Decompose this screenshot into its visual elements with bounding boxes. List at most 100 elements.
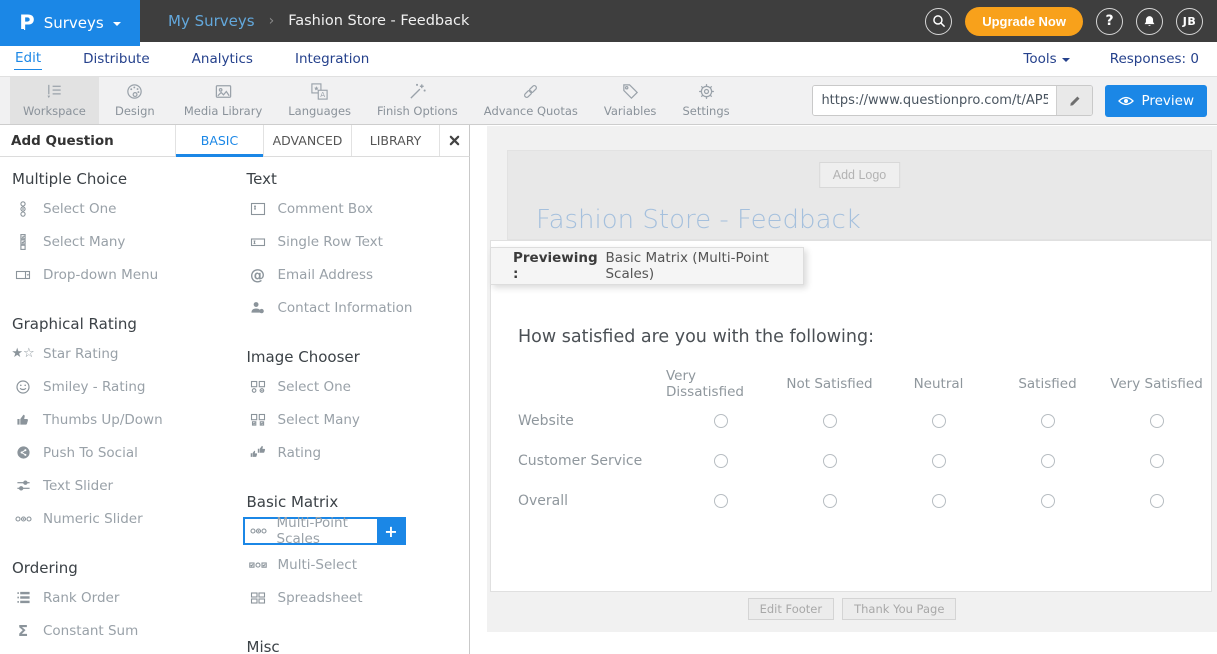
survey-url-input[interactable] — [813, 86, 1056, 115]
item-multi-point-scales[interactable]: Multi-Point Scales + — [243, 515, 406, 548]
item-thumbs-up-down[interactable]: Thumbs Up/Down — [0, 403, 235, 436]
section-title: Text — [235, 170, 470, 192]
search-button[interactable] — [925, 8, 952, 35]
upgrade-now-button[interactable]: Upgrade Now — [965, 7, 1083, 36]
toolbar-design[interactable]: Design — [99, 77, 171, 124]
toolbar-finish-options[interactable]: Finish Options — [364, 77, 471, 124]
matrix-radio[interactable] — [932, 494, 946, 508]
section-title: Graphical Rating — [0, 315, 235, 337]
item-contact-information[interactable]: Contact Information — [235, 291, 470, 324]
share-icon — [12, 445, 34, 460]
toolbar-label: Languages — [288, 104, 351, 118]
item-image-select-one[interactable]: Select One — [235, 370, 470, 403]
matrix-radio[interactable] — [1041, 454, 1055, 468]
item-text-slider[interactable]: Text Slider — [0, 469, 235, 502]
matrix-radio[interactable] — [1150, 454, 1164, 468]
matrix-radio[interactable] — [714, 414, 728, 428]
help-button[interactable]: ? — [1096, 8, 1123, 35]
matrix-radio[interactable] — [714, 454, 728, 468]
item-spreadsheet[interactable]: Spreadsheet — [235, 581, 470, 614]
add-logo-button[interactable]: Add Logo — [819, 162, 901, 188]
item-image-select-many[interactable]: Select Many — [235, 403, 470, 436]
toolbar-settings[interactable]: Settings — [669, 77, 742, 124]
survey-canvas: Add Logo Fashion Store - Feedback Previe… — [487, 126, 1217, 632]
matrix-cell — [884, 481, 993, 521]
thumb-up-icon — [12, 412, 34, 427]
toolbar-variables[interactable]: Variables — [591, 77, 670, 124]
section-text: Text Comment Box Single Row Text @ Email… — [235, 170, 470, 324]
item-single-row-text[interactable]: Single Row Text — [235, 225, 470, 258]
toolbar-label: Advance Quotas — [484, 104, 578, 118]
tab-edit[interactable]: Edit — [14, 48, 42, 70]
matrix-radio[interactable] — [932, 414, 946, 428]
edit-footer-button[interactable]: Edit Footer — [748, 598, 835, 620]
item-multi-select[interactable]: Multi-Select — [235, 548, 470, 581]
matrix-radio[interactable] — [1041, 494, 1055, 508]
item-push-to-social[interactable]: Push To Social — [0, 436, 235, 469]
close-panel-button[interactable] — [439, 125, 469, 156]
question-text[interactable]: How satisfied are you with the following… — [518, 327, 874, 347]
item-label: Rating — [278, 445, 322, 461]
item-comment-box[interactable]: Comment Box — [235, 192, 470, 225]
toolbar-workspace[interactable]: Workspace — [10, 77, 99, 124]
product-menu[interactable]: P Surveys — [0, 0, 140, 46]
item-label: Select Many — [278, 412, 360, 428]
radio-list-icon — [12, 201, 34, 217]
item-smiley-rating[interactable]: Smiley - Rating — [0, 370, 235, 403]
editor-toolbar: Workspace Design Media Library A Languag… — [0, 77, 1217, 125]
tools-label: Tools — [1023, 51, 1056, 67]
survey-title[interactable]: Fashion Store - Feedback — [536, 205, 861, 235]
edit-url-button[interactable] — [1056, 86, 1092, 115]
tab-basic[interactable]: BASIC — [175, 125, 263, 156]
contact-icon — [247, 300, 269, 315]
toolbar-advance-quotas[interactable]: Advance Quotas — [471, 77, 591, 124]
item-label: Comment Box — [278, 201, 374, 217]
tab-analytics[interactable]: Analytics — [191, 49, 254, 70]
search-icon — [932, 14, 946, 28]
responses-count[interactable]: Responses: 0 — [1110, 51, 1199, 67]
matrix-radio[interactable] — [1041, 414, 1055, 428]
user-avatar[interactable]: JB — [1176, 8, 1203, 35]
item-select-one[interactable]: Select One — [0, 192, 235, 225]
toolbar-label: Design — [115, 104, 155, 118]
item-email-address[interactable]: @ Email Address — [235, 258, 470, 291]
item-label: Push To Social — [43, 445, 138, 461]
tab-library[interactable]: LIBRARY — [351, 125, 439, 156]
selected-question-type[interactable]: Multi-Point Scales — [243, 517, 377, 545]
notifications-button[interactable] — [1136, 8, 1163, 35]
matrix-cell — [1102, 401, 1211, 441]
matrix-radio[interactable] — [823, 494, 837, 508]
matrix-radio[interactable] — [823, 454, 837, 468]
matrix-radio[interactable] — [823, 414, 837, 428]
tools-menu[interactable]: Tools — [1023, 51, 1069, 67]
matrix-radio[interactable] — [714, 494, 728, 508]
tab-integration[interactable]: Integration — [294, 49, 370, 70]
item-label: Single Row Text — [278, 234, 383, 250]
item-label: Multi-Select — [278, 557, 358, 573]
toolbar-media-library[interactable]: Media Library — [171, 77, 275, 124]
advance-quotas-icon — [521, 82, 540, 101]
item-constant-sum[interactable]: Σ Constant Sum — [0, 614, 235, 647]
matrix-radio[interactable] — [1150, 494, 1164, 508]
matrix-cell — [775, 441, 884, 481]
item-image-rating[interactable]: Rating — [235, 436, 470, 469]
item-select-many[interactable]: Select Many — [0, 225, 235, 258]
preview-button[interactable]: Preview — [1105, 85, 1207, 117]
breadcrumb-my-surveys[interactable]: My Surveys — [168, 12, 255, 30]
toolbar-languages[interactable]: A Languages — [275, 77, 364, 124]
tab-distribute[interactable]: Distribute — [82, 49, 151, 70]
tab-advanced[interactable]: ADVANCED — [263, 125, 351, 156]
section-title: Ordering — [0, 559, 235, 581]
image-select-one-icon — [247, 380, 269, 394]
add-question-button[interactable]: + — [377, 517, 406, 545]
item-rank-order[interactable]: Rank Order — [0, 581, 235, 614]
item-star-rating[interactable]: ★☆ Star Rating — [0, 337, 235, 370]
item-clipped[interactable] — [0, 647, 235, 654]
dropdown-icon — [12, 267, 34, 283]
item-numeric-slider[interactable]: Numeric Slider — [0, 502, 235, 535]
thank-you-page-button[interactable]: Thank You Page — [842, 598, 956, 620]
matrix-radio[interactable] — [932, 454, 946, 468]
matrix-col-header: Satisfied — [993, 367, 1102, 401]
matrix-radio[interactable] — [1150, 414, 1164, 428]
item-drop-down-menu[interactable]: Drop-down Menu — [0, 258, 235, 291]
